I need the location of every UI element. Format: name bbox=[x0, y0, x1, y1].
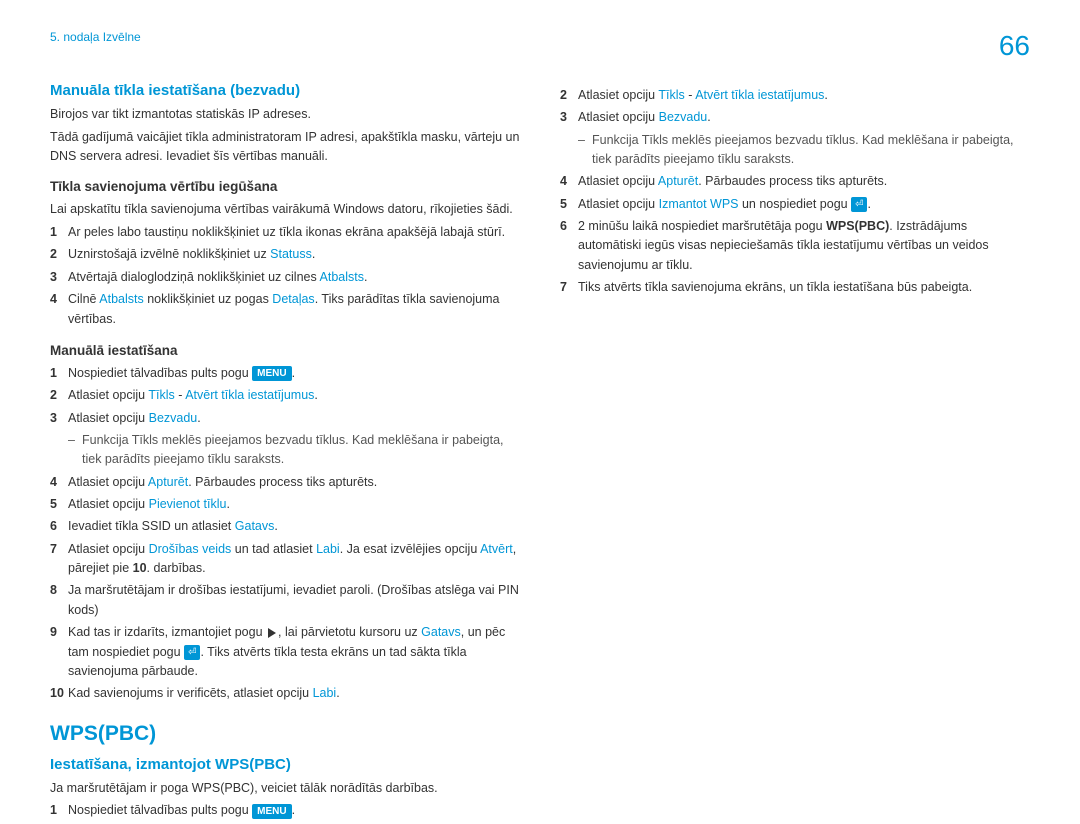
heading-get-values: Tīkla savienojuma vērtību iegūšana bbox=[50, 179, 520, 194]
steps-wps-cont2: 4Atlasiet opciju Apturēt. Pārbaudes proc… bbox=[560, 172, 1030, 297]
heading-manual-setup: Manuālā iestatīšana bbox=[50, 343, 520, 358]
menu-button-icon: MENU bbox=[252, 804, 291, 819]
step: 2Uznirstošajā izvēlnē noklikšķiniet uz S… bbox=[50, 245, 520, 264]
link-network[interactable]: Tīkls bbox=[148, 388, 174, 402]
heading-manual-wireless: Manuāla tīkla iestatīšana (bezvadu) bbox=[50, 82, 520, 99]
steps-manual-cont: 4Atlasiet opciju Apturēt. Pārbaudes proc… bbox=[50, 473, 520, 704]
step: 3Atlasiet opciju Bezvadu. bbox=[560, 108, 1030, 127]
para: Tādā gadījumā vaicājiet tīkla administra… bbox=[50, 128, 520, 166]
enter-icon: ⏎ bbox=[184, 645, 200, 660]
steps-manual: 1Nospiediet tālvadības pults pogu MENU. … bbox=[50, 364, 520, 428]
link-status[interactable]: Statuss bbox=[270, 247, 312, 261]
play-icon bbox=[268, 628, 276, 638]
step: 8Ja maršrutētājam ir drošības iestatījum… bbox=[50, 581, 520, 620]
step: 5Atlasiet opciju Pievienot tīklu. bbox=[50, 495, 520, 514]
link-open-network-settings[interactable]: Atvērt tīkla iestatījumus bbox=[185, 388, 314, 402]
step: 10Kad savienojums ir verificēts, atlasie… bbox=[50, 684, 520, 703]
step: 6Ievadiet tīkla SSID un atlasiet Gatavs. bbox=[50, 517, 520, 536]
step: 4Atlasiet opciju Apturēt. Pārbaudes proc… bbox=[50, 473, 520, 492]
page-header: 5. nodaļa Izvēlne 66 bbox=[50, 30, 1030, 62]
link-details[interactable]: Detaļas bbox=[272, 292, 314, 306]
heading-setup-wps: Iestatīšana, izmantojot WPS(PBC) bbox=[50, 756, 520, 773]
page-number: 66 bbox=[999, 30, 1030, 62]
link-open[interactable]: Atvērt bbox=[480, 542, 513, 556]
content-columns: Manuāla tīkla iestatīšana (bezvadu) Biro… bbox=[50, 82, 1030, 824]
step: 1Ar peles labo taustiņu noklikšķiniet uz… bbox=[50, 223, 520, 242]
link-open-network-settings[interactable]: Atvērt tīkla iestatījumus bbox=[695, 88, 824, 102]
link-network[interactable]: Tīkls bbox=[658, 88, 684, 102]
sub-note: –Funkcija Tīkls meklēs pieejamos bezvadu… bbox=[68, 431, 520, 469]
left-column: Manuāla tīkla iestatīšana (bezvadu) Biro… bbox=[50, 82, 520, 824]
step: 2Atlasiet opciju Tīkls - Atvērt tīkla ie… bbox=[50, 386, 520, 405]
step: 1Nospiediet tālvadības pults pogu MENU. bbox=[50, 801, 520, 820]
link-support-tab[interactable]: Atbalsts bbox=[320, 270, 364, 284]
right-column: 2Atlasiet opciju Tīkls - Atvērt tīkla ie… bbox=[560, 82, 1030, 824]
step: 5Atlasiet opciju Izmantot WPS un nospied… bbox=[560, 195, 1030, 214]
link-support[interactable]: Atbalsts bbox=[99, 292, 143, 306]
menu-button-icon: MENU bbox=[252, 366, 291, 381]
heading-wps-pbc: WPS(PBC) bbox=[50, 722, 520, 746]
para: Birojos var tikt izmantotas statiskās IP… bbox=[50, 105, 520, 124]
step: 9Kad tas ir izdarīts, izmantojiet pogu ,… bbox=[50, 623, 520, 681]
para: Ja maršrutētājam ir poga WPS(PBC), veici… bbox=[50, 779, 520, 798]
step: 3Atvērtajā dialoglodziņā noklikšķiniet u… bbox=[50, 268, 520, 287]
step: 4Cilnē Atbalsts noklikšķiniet uz pogas D… bbox=[50, 290, 520, 329]
link-wireless[interactable]: Bezvadu bbox=[659, 110, 708, 124]
link-use-wps[interactable]: Izmantot WPS bbox=[659, 197, 739, 211]
steps-get-values: 1Ar peles labo taustiņu noklikšķiniet uz… bbox=[50, 223, 520, 329]
step: 1Nospiediet tālvadības pults pogu MENU. bbox=[50, 364, 520, 383]
steps-wps: 1Nospiediet tālvadības pults pogu MENU. bbox=[50, 801, 520, 820]
step: 7Atlasiet opciju Drošības veids un tad a… bbox=[50, 540, 520, 579]
chapter-label: 5. nodaļa Izvēlne bbox=[50, 30, 141, 44]
enter-icon: ⏎ bbox=[851, 197, 867, 212]
link-ok[interactable]: Labi bbox=[313, 686, 337, 700]
link-ok[interactable]: Labi bbox=[316, 542, 340, 556]
sub-note: –Funkcija Tīkls meklēs pieejamos bezvadu… bbox=[578, 131, 1030, 169]
step: 4Atlasiet opciju Apturēt. Pārbaudes proc… bbox=[560, 172, 1030, 191]
steps-wps-cont: 2Atlasiet opciju Tīkls - Atvērt tīkla ie… bbox=[560, 86, 1030, 128]
step: 2Atlasiet opciju Tīkls - Atvērt tīkla ie… bbox=[560, 86, 1030, 105]
step: 3Atlasiet opciju Bezvadu. bbox=[50, 409, 520, 428]
link-security-type[interactable]: Drošības veids bbox=[149, 542, 232, 556]
para: Lai apskatītu tīkla savienojuma vērtības… bbox=[50, 200, 520, 219]
step: 7Tiks atvērts tīkla savienojuma ekrāns, … bbox=[560, 278, 1030, 297]
link-stop[interactable]: Apturēt bbox=[658, 174, 698, 188]
link-done[interactable]: Gatavs bbox=[235, 519, 275, 533]
link-stop[interactable]: Apturēt bbox=[148, 475, 188, 489]
link-wireless[interactable]: Bezvadu bbox=[149, 411, 198, 425]
link-done[interactable]: Gatavs bbox=[421, 625, 461, 639]
link-add-network[interactable]: Pievienot tīklu bbox=[149, 497, 227, 511]
step: 62 minūšu laikā nospiediet maršrutētāja … bbox=[560, 217, 1030, 275]
